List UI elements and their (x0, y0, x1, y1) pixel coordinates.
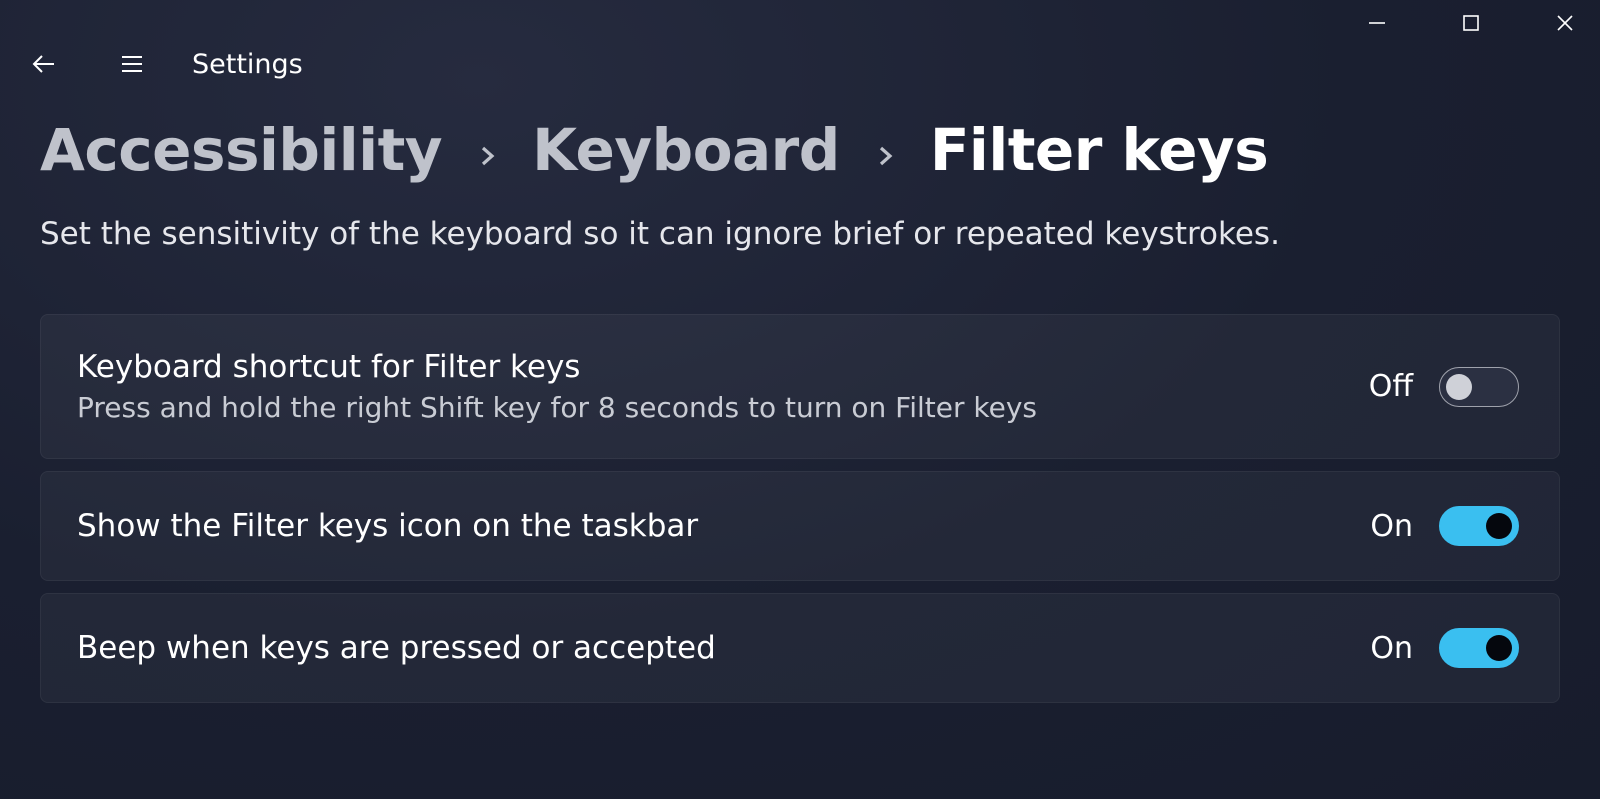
chevron-right-icon (476, 145, 498, 167)
toggle-beep[interactable] (1439, 628, 1519, 668)
toggle-state-label: On (1370, 631, 1413, 666)
toggle-state-label: Off (1369, 369, 1413, 404)
breadcrumb-item-keyboard[interactable]: Keyboard (532, 116, 840, 184)
close-button[interactable] (1540, 0, 1590, 46)
setting-row-taskbar-icon: Show the Filter keys icon on the taskbar… (40, 471, 1560, 581)
toggle-state-label: On (1370, 509, 1413, 544)
breadcrumb: Accessibility Keyboard Filter keys (0, 88, 1600, 184)
breadcrumb-item-accessibility[interactable]: Accessibility (40, 116, 442, 184)
minimize-button[interactable] (1352, 0, 1402, 46)
toggle-knob (1446, 374, 1472, 400)
toggle-knob (1486, 635, 1512, 661)
minimize-icon (1368, 14, 1386, 32)
nav-menu-button[interactable] (108, 40, 156, 88)
setting-row-beep: Beep when keys are pressed or accepted O… (40, 593, 1560, 703)
setting-title: Beep when keys are pressed or accepted (77, 630, 716, 666)
settings-list: Keyboard shortcut for Filter keys Press … (0, 252, 1600, 703)
chevron-right-icon (874, 145, 896, 167)
breadcrumb-item-current: Filter keys (930, 116, 1268, 184)
hamburger-icon (119, 51, 145, 77)
back-button[interactable] (20, 40, 68, 88)
setting-title: Keyboard shortcut for Filter keys (77, 349, 1037, 385)
app-header: Settings (0, 40, 1600, 88)
back-arrow-icon (31, 51, 57, 77)
setting-row-shortcut: Keyboard shortcut for Filter keys Press … (40, 314, 1560, 459)
toggle-knob (1486, 513, 1512, 539)
close-icon (1556, 14, 1574, 32)
maximize-button[interactable] (1446, 0, 1496, 46)
app-title: Settings (192, 49, 303, 80)
setting-title: Show the Filter keys icon on the taskbar (77, 508, 698, 544)
toggle-taskbar-icon[interactable] (1439, 506, 1519, 546)
setting-subtitle: Press and hold the right Shift key for 8… (77, 391, 1037, 424)
toggle-shortcut[interactable] (1439, 367, 1519, 407)
page-description: Set the sensitivity of the keyboard so i… (0, 184, 1600, 252)
maximize-icon (1462, 14, 1480, 32)
